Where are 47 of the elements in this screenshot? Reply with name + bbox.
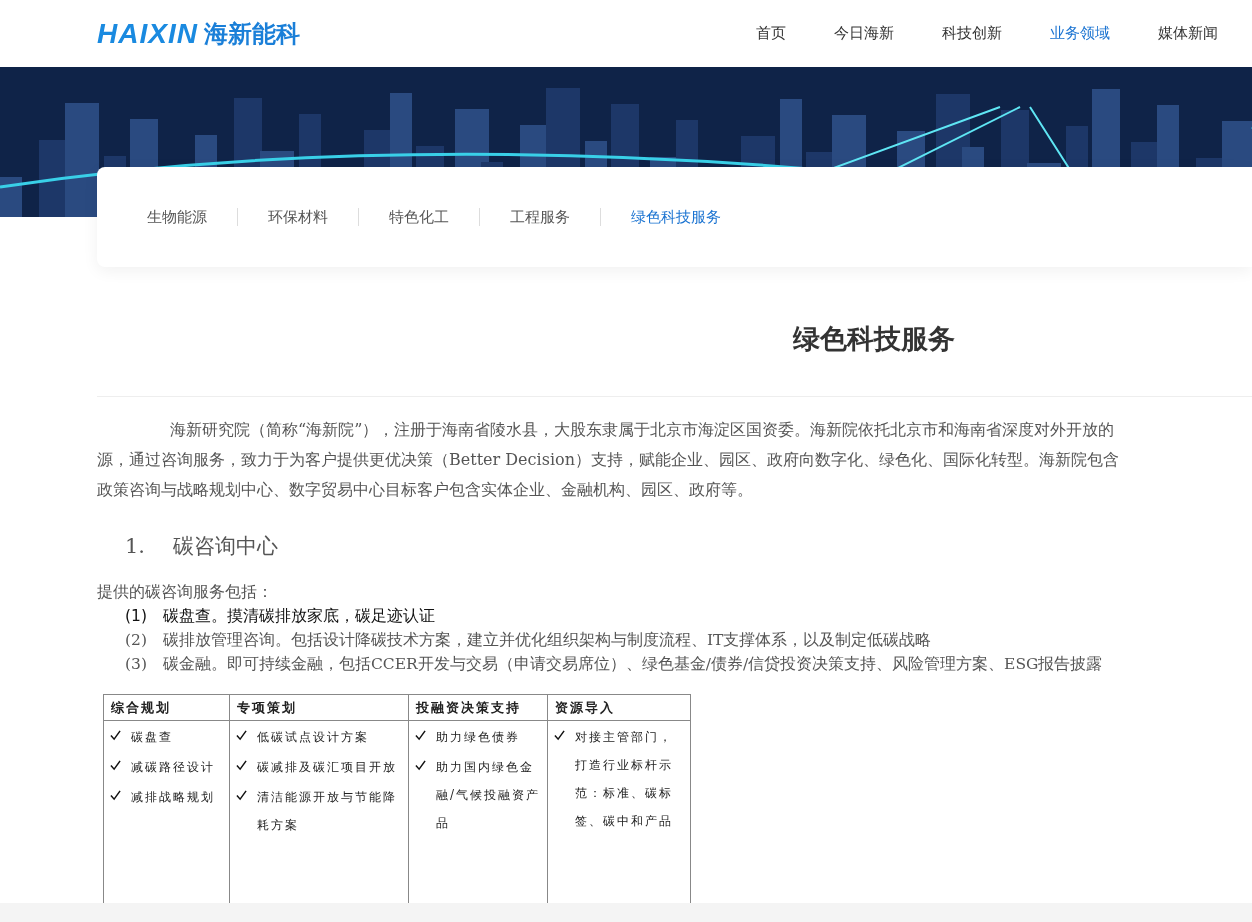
table-header: 专项策划 <box>230 695 408 721</box>
list-number: (3) <box>125 654 147 675</box>
logo-name[interactable]: 海新能科 <box>203 17 300 50</box>
subnav-tab[interactable]: 特色化工 <box>358 208 479 226</box>
page-title: 绿色科技服务 <box>792 322 956 356</box>
nav-link[interactable]: 业务领域 <box>1050 24 1110 43</box>
table-cell-text: 减排战略规划 <box>131 789 215 806</box>
check-icon <box>110 760 121 771</box>
check-icon <box>415 730 426 741</box>
subnav-tab[interactable]: 环保材料 <box>237 208 358 226</box>
list-text: 碳盘查。摸清碳排放家底，碳足迹认证 <box>162 606 435 627</box>
nav-link[interactable]: 媒体新闻 <box>1158 24 1218 43</box>
table-header: 资源导入 <box>548 695 690 721</box>
table-header: 综合规划 <box>104 695 229 721</box>
table-cell-text: 对接主管部门，打造行业标杆示范：标准、碳标签、碳中和产品 <box>575 729 674 830</box>
check-icon <box>110 730 121 741</box>
table-cell-text: 碳盘查 <box>131 729 173 746</box>
table-cell-text: 助力绿色债券 <box>436 729 520 746</box>
paragraph-line: 源，通过咨询服务，致力于为客户提供更优决策（Better Decision）支持，赋能企业、园区、政府向数字化、绿色化、国际化转型。海新院包含 <box>97 449 1120 471</box>
table-header: 投融资决策支持 <box>409 695 547 721</box>
subnav-tab[interactable]: 生物能源 <box>147 208 237 226</box>
check-icon <box>236 790 247 801</box>
paragraph-line: 政策咨询与战略规划中心、数字贸易中心目标客户包含实体企业、金融机构、园区、政府等。 <box>97 479 754 501</box>
table-cell-text: 减碳路径设计 <box>131 759 215 776</box>
subnav-tab[interactable]: 工程服务 <box>479 208 600 226</box>
table-cell-text: 低碳试点设计方案 <box>257 729 369 746</box>
section-title: 碳咨询中心 <box>173 533 279 560</box>
services-intro: 提供的碳咨询服务包括： <box>97 581 274 603</box>
nav-link[interactable]: 今日海新 <box>834 24 894 43</box>
nav-link[interactable]: 科技创新 <box>942 24 1002 43</box>
table-cell-text: 助力国内绿色金融/气候投融资产品 <box>436 759 541 832</box>
nav-link[interactable]: 首页 <box>756 24 786 43</box>
list-number: (2) <box>125 630 147 651</box>
list-text: 碳排放管理咨询。包括设计降碳技术方案，建立并优化组织架构与制度流程、IT支撑体系，以及制定低碳战略 <box>162 630 932 651</box>
table-cell-text: 清洁能源开放与节能降耗方案 <box>257 789 398 834</box>
logo-wordmark[interactable]: HAIXIN <box>97 17 198 50</box>
check-icon <box>236 730 247 741</box>
section-number: 1. <box>125 533 146 560</box>
paragraph-line: 海新研究院（简称“海新院”），注册于海南省陵水县，大股东隶属于北京市海淀区国资委。海新院依托北京市和海南省深度对外开放的 <box>169 419 1116 441</box>
list-number: (1) <box>125 606 147 627</box>
check-icon <box>110 790 121 801</box>
check-icon <box>236 760 247 771</box>
list-text: 碳金融。即可持续金融，包括CCER开发与交易（申请交易席位）、绿色基金/债券/信贷投资决策支持、风险管理方案、ESG报告披露 <box>162 654 1103 675</box>
subnav-tab[interactable]: 绿色科技服务 <box>600 208 751 226</box>
check-icon <box>554 730 565 741</box>
check-icon <box>415 760 426 771</box>
table-cell-text: 碳减排及碳汇项目开放 <box>257 759 397 776</box>
